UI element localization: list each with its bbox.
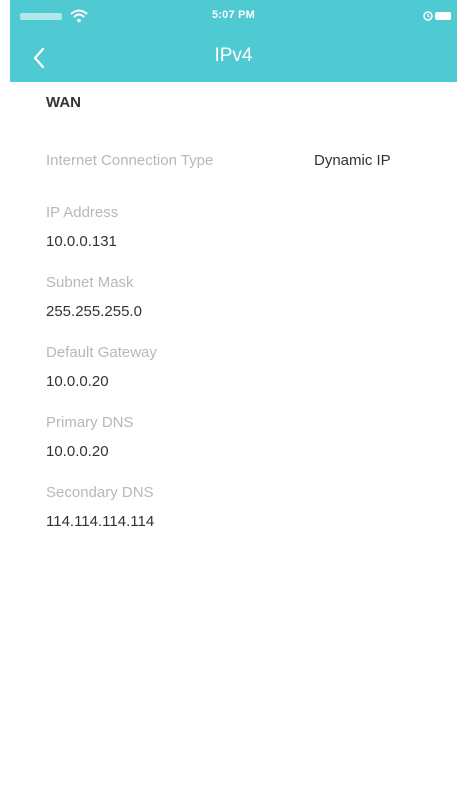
secondary-dns-label: Secondary DNS [46, 484, 154, 501]
page-title: IPv4 [214, 45, 253, 66]
ip-address-label: IP Address [46, 204, 119, 221]
nav-bar: IPv4 [10, 33, 457, 82]
default-gateway-label: Default Gateway [46, 344, 157, 361]
primary-dns-label: Primary DNS [46, 414, 134, 431]
status-time: 5:07 PM [212, 9, 255, 21]
subnet-mask-label: Subnet Mask [46, 274, 134, 291]
primary-dns-value: 10.0.0.20 [46, 443, 109, 460]
default-gateway-value: 10.0.0.20 [46, 373, 109, 390]
status-bar: 5:07 PM [10, 0, 457, 33]
header: 5:07 PM IPv4 [10, 0, 457, 82]
subnet-mask-value: 255.255.255.0 [46, 303, 142, 320]
section-title: WAN [46, 94, 81, 111]
secondary-dns-value: 114.114.114.114 [46, 513, 155, 530]
connection-type-value: Dynamic IP [314, 152, 391, 169]
ip-address-value: 10.0.0.131 [46, 233, 117, 250]
ipv4-screen: 5:07 PM IPv4 WAN Internet Connection Typ… [0, 0, 457, 810]
connection-type-label: Internet Connection Type [46, 152, 214, 169]
alarm-icon [423, 11, 433, 21]
battery-icon [435, 12, 451, 20]
